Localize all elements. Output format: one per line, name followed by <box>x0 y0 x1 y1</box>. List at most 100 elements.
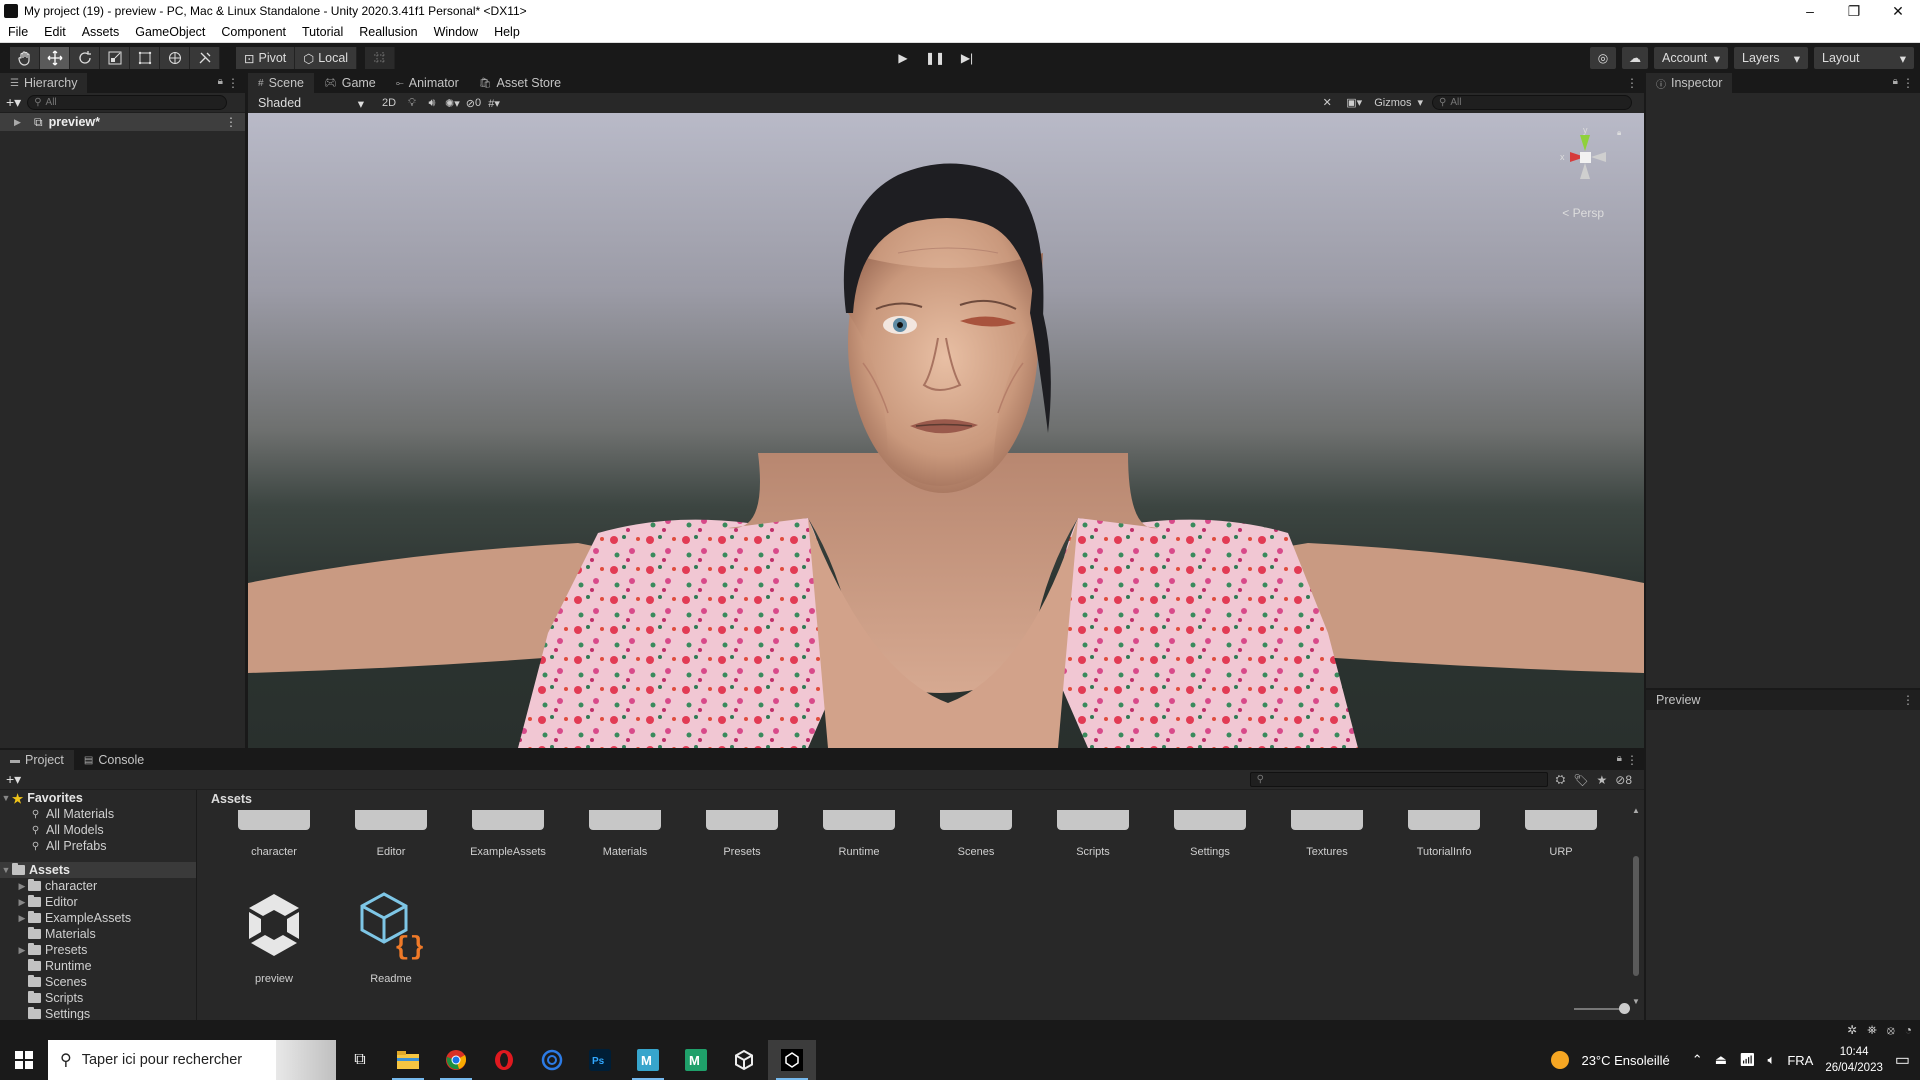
play-button[interactable]: ▶ <box>888 47 918 69</box>
grid-folder-urp[interactable]: URP <box>1511 810 1611 858</box>
lock-icon[interactable]: 🔒︎ <box>1893 76 1898 87</box>
restore-button[interactable]: ❐ <box>1832 0 1876 22</box>
rect-tool-button[interactable] <box>130 47 160 69</box>
account-dropdown[interactable]: Account ▾ <box>1654 47 1728 69</box>
custom-tool-button[interactable] <box>190 47 220 69</box>
menu-window[interactable]: Window <box>426 25 486 39</box>
tab-game[interactable]: 🎮︎ Game <box>314 73 386 93</box>
tree-folder-character[interactable]: ▶ character <box>0 878 196 894</box>
tab-animator[interactable]: ⟜ Animator <box>386 73 469 93</box>
taskbar-clock[interactable]: 10:44 26/04/2023 <box>1825 1044 1883 1076</box>
taskbar-cinema4d[interactable] <box>528 1040 576 1080</box>
panel-menu-icon[interactable]: ⋮ <box>1626 76 1638 90</box>
search-by-label-icon[interactable]: 🏷︎ <box>1573 773 1588 787</box>
hidden-packages-toggle[interactable]: ⊘8 <box>1615 773 1632 787</box>
bug-icon[interactable]: ✲ <box>1847 1023 1857 1037</box>
layout-dropdown[interactable]: Layout ▾ <box>1814 47 1914 69</box>
favorite-star-icon[interactable]: ★ <box>1596 773 1607 787</box>
taskbar-file-explorer[interactable] <box>384 1040 432 1080</box>
weather-text[interactable]: 23°C Ensoleillé <box>1581 1053 1669 1068</box>
lock-icon[interactable]: 🔒︎ <box>1617 753 1622 764</box>
grid-folder-presets[interactable]: Presets <box>692 810 792 858</box>
taskbar-unity-hub[interactable] <box>720 1040 768 1080</box>
tree-folder-presets[interactable]: ▶ Presets <box>0 942 196 958</box>
taskbar-photoshop[interactable]: Ps <box>576 1040 624 1080</box>
expand-arrow-icon[interactable]: ▼ <box>0 793 12 803</box>
audio-toggle-button[interactable]: 🔊︎ <box>422 95 442 112</box>
grid-asset-readme[interactable]: {} Readme <box>341 886 441 985</box>
tree-folder-runtime[interactable]: Runtime <box>0 958 196 974</box>
2d-toggle-button[interactable]: 2D <box>376 95 402 112</box>
tab-inspector[interactable]: ⓘ Inspector <box>1646 73 1733 93</box>
grid-folder-textures[interactable]: Textures <box>1277 810 1377 858</box>
progress-spinner-icon[interactable]: ◔ <box>1905 1023 1912 1037</box>
menu-gameobject[interactable]: GameObject <box>127 25 213 39</box>
grid-folder-editor[interactable]: Editor <box>341 810 441 858</box>
pause-button[interactable]: ❚❚ <box>920 47 950 69</box>
gizmo-center-cube[interactable] <box>1580 152 1591 163</box>
rotate-tool-button[interactable] <box>70 47 100 69</box>
task-view-button[interactable]: ⧉ <box>336 1040 384 1080</box>
tree-folder-exampleassets[interactable]: ▶ ExampleAssets <box>0 910 196 926</box>
scrollbar-thumb[interactable] <box>1633 856 1639 976</box>
notifications-icon[interactable]: ▭ <box>1895 1050 1910 1070</box>
hierarchy-item-preview[interactable]: ▶ ⧉ preview* ⋮ <box>0 113 245 131</box>
create-add-button[interactable]: +▾ <box>6 94 21 111</box>
start-button[interactable] <box>0 1040 48 1080</box>
hand-tool-button[interactable] <box>10 47 40 69</box>
scale-tool-button[interactable] <box>100 47 130 69</box>
tab-asset-store[interactable]: 🛍︎ Asset Store <box>469 73 571 93</box>
transform-tool-button[interactable] <box>160 47 190 69</box>
taskbar-unity-editor[interactable] <box>768 1040 816 1080</box>
asset-grid-scrollbar[interactable]: ▲ ▼ <box>1632 806 1640 1006</box>
local-toggle-button[interactable]: ⬡ Local <box>295 47 358 69</box>
wifi-icon[interactable]: 📶︎ <box>1739 1052 1756 1068</box>
panel-menu-icon[interactable]: ⋮ <box>227 76 239 90</box>
tab-hierarchy[interactable]: ☰ Hierarchy <box>0 73 88 93</box>
hidden-objects-toggle[interactable]: ⊘ 0 <box>463 95 484 112</box>
tab-project[interactable]: ▬ Project <box>0 750 74 770</box>
grid-folder-tutorialinfo[interactable]: TutorialInfo <box>1394 810 1494 858</box>
tree-item-all-materials[interactable]: ⚲ All Materials <box>0 806 196 822</box>
tree-folder-scripts[interactable]: Scripts <box>0 990 196 1006</box>
menu-assets[interactable]: Assets <box>74 25 128 39</box>
scene-viewport[interactable]: y x 🔒︎ < Persp <box>248 113 1644 748</box>
taskbar-chrome[interactable] <box>432 1040 480 1080</box>
slider-knob[interactable] <box>1619 1003 1630 1014</box>
tree-folder-editor[interactable]: ▶ Editor <box>0 894 196 910</box>
grid-snap-button[interactable] <box>365 47 396 69</box>
tree-folder-materials[interactable]: Materials <box>0 926 196 942</box>
cloud-button[interactable]: ☁ <box>1622 47 1648 69</box>
taskbar-opera[interactable] <box>480 1040 528 1080</box>
step-button[interactable]: ▶| <box>952 47 982 69</box>
menu-file[interactable]: File <box>0 25 36 39</box>
lock-icon[interactable]: 🔒︎ <box>218 76 223 87</box>
breadcrumb-assets[interactable]: Assets <box>211 792 252 806</box>
grid-folder-character[interactable]: character <box>224 810 324 858</box>
menu-help[interactable]: Help <box>486 25 528 39</box>
taskbar-mudbox[interactable]: M <box>672 1040 720 1080</box>
expand-arrow-icon[interactable]: ▶ <box>16 945 28 956</box>
layers-dropdown[interactable]: Layers ▾ <box>1734 47 1808 69</box>
taskbar-maya[interactable]: M <box>624 1040 672 1080</box>
grid-folder-settings[interactable]: Settings <box>1160 810 1260 858</box>
grid-folder-exampleassets[interactable]: ExampleAssets <box>458 810 558 858</box>
tab-scene[interactable]: # Scene <box>248 73 315 93</box>
usb-device-icon[interactable]: ⏏ <box>1715 1052 1727 1068</box>
menu-tutorial[interactable]: Tutorial <box>294 25 351 39</box>
scene-search-input[interactable]: ⚲ All <box>1432 95 1632 110</box>
gizmo-neg-y-axis[interactable] <box>1580 163 1590 179</box>
tree-item-all-prefabs[interactable]: ⚲ All Prefabs <box>0 838 196 854</box>
grid-folder-materials[interactable]: Materials <box>575 810 675 858</box>
gizmos-dropdown[interactable]: Gizmos ▾ <box>1371 94 1426 111</box>
language-indicator[interactable]: FRA <box>1787 1053 1813 1068</box>
search-by-type-icon[interactable]: ⛭ <box>1556 772 1566 787</box>
grid-folder-scripts[interactable]: Scripts <box>1043 810 1143 858</box>
move-tool-button[interactable] <box>40 47 70 69</box>
close-button[interactable]: ✕ <box>1876 0 1920 22</box>
gizmo-neg-x-axis[interactable] <box>1591 152 1606 162</box>
menu-reallusion[interactable]: Reallusion <box>351 25 425 39</box>
panel-menu-icon[interactable]: ⋮ <box>1626 753 1638 767</box>
tree-folder-settings[interactable]: Settings <box>0 1006 196 1020</box>
perspective-label-wrap[interactable]: < Persp <box>1562 206 1604 220</box>
